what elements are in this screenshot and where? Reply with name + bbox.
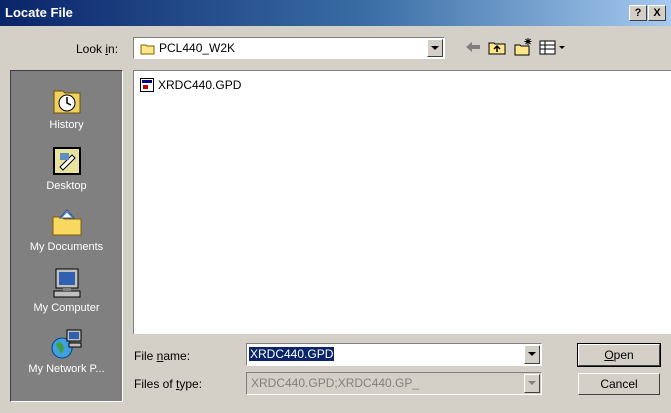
- cancel-button[interactable]: Cancel: [578, 373, 660, 395]
- look-in-dropdown-arrow[interactable]: [427, 39, 443, 57]
- chevron-down-icon: [431, 46, 439, 50]
- file-name-input[interactable]: XRDC440.GPD: [246, 343, 542, 366]
- my-computer-icon: [53, 268, 80, 298]
- places-my-computer-label: My Computer: [33, 302, 100, 314]
- open-button[interactable]: Open: [577, 343, 661, 367]
- file-name-dropdown-arrow[interactable]: [524, 345, 540, 364]
- file-type-value: XRDC440.GPD;XRDC440.GP_: [251, 376, 420, 390]
- gpd-file-icon: [140, 78, 154, 92]
- file-list[interactable]: XRDC440.GPD: [133, 70, 671, 334]
- up-one-level-icon[interactable]: [486, 36, 508, 58]
- view-menu-icon[interactable]: [537, 36, 571, 58]
- places-my-documents[interactable]: My Documents: [11, 205, 122, 253]
- places-bar: History Desktop My Documents My Computer…: [10, 70, 123, 402]
- places-my-computer[interactable]: My Computer: [11, 266, 122, 314]
- help-button[interactable]: ?: [629, 5, 647, 21]
- history-icon: [53, 90, 80, 114]
- folder-icon: [140, 44, 155, 55]
- chevron-down-icon: [528, 352, 536, 356]
- desktop-icon: [52, 147, 81, 175]
- back-icon[interactable]: [462, 36, 484, 58]
- places-history-label: History: [49, 119, 84, 131]
- file-name-label: File name:: [134, 349, 191, 363]
- close-button[interactable]: X: [648, 5, 666, 21]
- locate-file-dialog: Locate File ? X Look in: PCL440_W2K Hist…: [0, 0, 671, 413]
- create-new-folder-icon[interactable]: [512, 36, 534, 58]
- file-name-value: XRDC440.GPD: [249, 347, 335, 361]
- title-bar[interactable]: Locate File ? X: [0, 0, 671, 26]
- look-in-dropdown[interactable]: PCL440_W2K: [133, 37, 445, 59]
- places-history[interactable]: History: [11, 83, 122, 131]
- file-type-dropdown-arrow[interactable]: [524, 374, 540, 393]
- file-type-label: Files of type:: [134, 377, 203, 391]
- file-name: XRDC440.GPD: [158, 78, 242, 92]
- my-network-places-icon: [51, 329, 81, 359]
- chevron-down-icon: [528, 381, 536, 385]
- places-desktop[interactable]: Desktop: [11, 144, 122, 192]
- places-desktop-label: Desktop: [46, 180, 87, 192]
- file-type-dropdown[interactable]: XRDC440.GPD;XRDC440.GP_: [246, 372, 542, 395]
- window-title: Locate File: [5, 5, 73, 20]
- my-documents-icon: [52, 209, 81, 236]
- places-my-network-places[interactable]: My Network P...: [11, 327, 122, 375]
- look-in-value: PCL440_W2K: [159, 41, 236, 55]
- places-my-network-places-label: My Network P...: [28, 363, 105, 375]
- places-my-documents-label: My Documents: [29, 241, 104, 253]
- look-in-label: Look in:: [76, 42, 119, 56]
